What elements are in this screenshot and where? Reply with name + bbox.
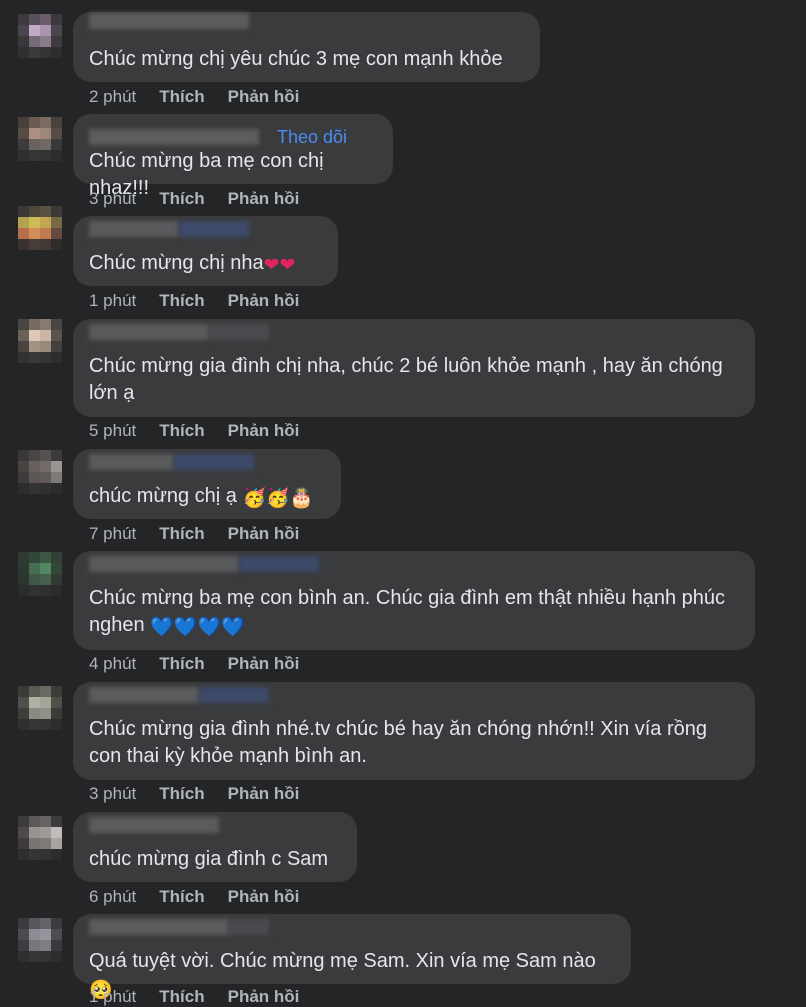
comment-text: chúc mừng gia đình c Sam bbox=[89, 848, 329, 870]
author-name[interactable] bbox=[89, 553, 319, 575]
author-name[interactable] bbox=[89, 916, 269, 938]
author-name[interactable] bbox=[89, 321, 269, 343]
comment-bubble: Chúc mừng gia đình chị nha, chúc 2 bé lu… bbox=[73, 319, 755, 417]
comment-bubble: chúc mừng chị ạ 🥳🥳🎂 bbox=[73, 449, 341, 519]
comment-actions: 3 phút Thích Phản hồi bbox=[89, 189, 299, 209]
reply-button[interactable]: Phản hồi bbox=[228, 291, 300, 311]
reply-button[interactable]: Phản hồi bbox=[228, 189, 300, 209]
comment-text: Chúc mừng gia đình nhé.tv chúc bé hay ăn… bbox=[89, 718, 708, 767]
like-button[interactable]: Thích bbox=[159, 784, 204, 804]
avatar[interactable] bbox=[18, 117, 62, 161]
comment-bubble: Chúc mừng chị nha❤❤ bbox=[73, 216, 338, 286]
reply-button[interactable]: Phản hồi bbox=[228, 87, 300, 107]
avatar[interactable] bbox=[18, 918, 62, 962]
comment-actions: 3 phút Thích Phản hồi bbox=[89, 784, 299, 804]
heart-emoji-icon: ❤❤ bbox=[263, 255, 296, 276]
comment-actions: 6 phút Thích Phản hồi bbox=[89, 887, 299, 907]
comment-actions: 1 phút Thích Phản hồi bbox=[89, 291, 299, 311]
reply-button[interactable]: Phản hồi bbox=[228, 654, 300, 674]
comment-text: Chúc mừng ba mẹ con bình an. Chúc gia đì… bbox=[89, 585, 739, 641]
comment-bubble: Chúc mừng ba mẹ con bình an. Chúc gia đì… bbox=[73, 551, 755, 650]
reply-button[interactable]: Phản hồi bbox=[228, 524, 300, 544]
comment-text: Chúc mừng chị nha❤❤ bbox=[89, 250, 322, 279]
reply-button[interactable]: Phản hồi bbox=[228, 784, 300, 804]
avatar[interactable] bbox=[18, 319, 62, 363]
comment-text: Chúc mừng chị yêu chúc 3 mẹ con mạnh khỏ… bbox=[89, 48, 503, 70]
comment-bubble: Quá tuyệt vời. Chúc mừng mẹ Sam. Xin vía… bbox=[73, 914, 631, 1001]
author-name[interactable] bbox=[89, 814, 219, 836]
comment-feed: Chúc mừng chị yêu chúc 3 mẹ con mạnh khỏ… bbox=[0, 0, 806, 1006]
comment-time[interactable]: 4 phút bbox=[89, 654, 136, 674]
author-name[interactable]: Theo dõi bbox=[89, 126, 347, 148]
comment-text: chúc mừng chị ạ 🥳🥳🎂 bbox=[89, 483, 325, 512]
blue-heart-emoji-icon: 💙💙💙💙 bbox=[150, 617, 245, 638]
comment-bubble: chúc mừng gia đình c Sam bbox=[73, 812, 357, 882]
avatar[interactable] bbox=[18, 450, 62, 494]
comment-text: Chúc mừng gia đình chị nha, chúc 2 bé lu… bbox=[89, 355, 723, 404]
comment-bubble: Chúc mừng chị yêu chúc 3 mẹ con mạnh khỏ… bbox=[73, 12, 540, 82]
comment-bubble: Chúc mừng gia đình nhé.tv chúc bé hay ăn… bbox=[73, 682, 755, 780]
reply-button[interactable]: Phản hồi bbox=[228, 421, 300, 441]
like-button[interactable]: Thích bbox=[159, 189, 204, 209]
author-name[interactable] bbox=[89, 451, 254, 473]
like-button[interactable]: Thích bbox=[159, 987, 204, 1007]
author-name[interactable] bbox=[89, 10, 249, 32]
comment-time[interactable]: 5 phút bbox=[89, 421, 136, 441]
comment-actions: 7 phút Thích Phản hồi bbox=[89, 524, 299, 544]
avatar[interactable] bbox=[18, 686, 62, 730]
comment-actions: 5 phút Thích Phản hồi bbox=[89, 421, 299, 441]
comment-time[interactable]: 1 phút bbox=[89, 987, 136, 1007]
author-name[interactable] bbox=[89, 218, 249, 240]
comment-actions: 2 phút Thích Phản hồi bbox=[89, 87, 299, 107]
comment-bubble: Theo dõi Chúc mừng ba mẹ con chị nhaz!!! bbox=[73, 114, 393, 199]
comment-actions: 1 phút Thích Phản hồi bbox=[89, 987, 299, 1007]
avatar[interactable] bbox=[18, 816, 62, 860]
like-button[interactable]: Thích bbox=[159, 887, 204, 907]
comment-actions: 4 phút Thích Phản hồi bbox=[89, 654, 299, 674]
avatar[interactable] bbox=[18, 14, 62, 58]
reply-button[interactable]: Phản hồi bbox=[228, 987, 300, 1007]
like-button[interactable]: Thích bbox=[159, 654, 204, 674]
like-button[interactable]: Thích bbox=[159, 421, 204, 441]
reply-button[interactable]: Phản hồi bbox=[228, 887, 300, 907]
comment-time[interactable]: 3 phút bbox=[89, 189, 136, 209]
author-name[interactable] bbox=[89, 684, 269, 706]
comment-time[interactable]: 1 phút bbox=[89, 291, 136, 311]
like-button[interactable]: Thích bbox=[159, 291, 204, 311]
avatar[interactable] bbox=[18, 552, 62, 596]
follow-link[interactable]: Theo dõi bbox=[277, 127, 347, 148]
like-button[interactable]: Thích bbox=[159, 524, 204, 544]
comment-time[interactable]: 7 phút bbox=[89, 524, 136, 544]
party-face-cake-emoji-icon: 🥳🥳🎂 bbox=[242, 488, 314, 509]
comment-time[interactable]: 6 phút bbox=[89, 887, 136, 907]
avatar[interactable] bbox=[18, 206, 62, 250]
comment-time[interactable]: 3 phút bbox=[89, 784, 136, 804]
like-button[interactable]: Thích bbox=[159, 87, 204, 107]
comment-time[interactable]: 2 phút bbox=[89, 87, 136, 107]
